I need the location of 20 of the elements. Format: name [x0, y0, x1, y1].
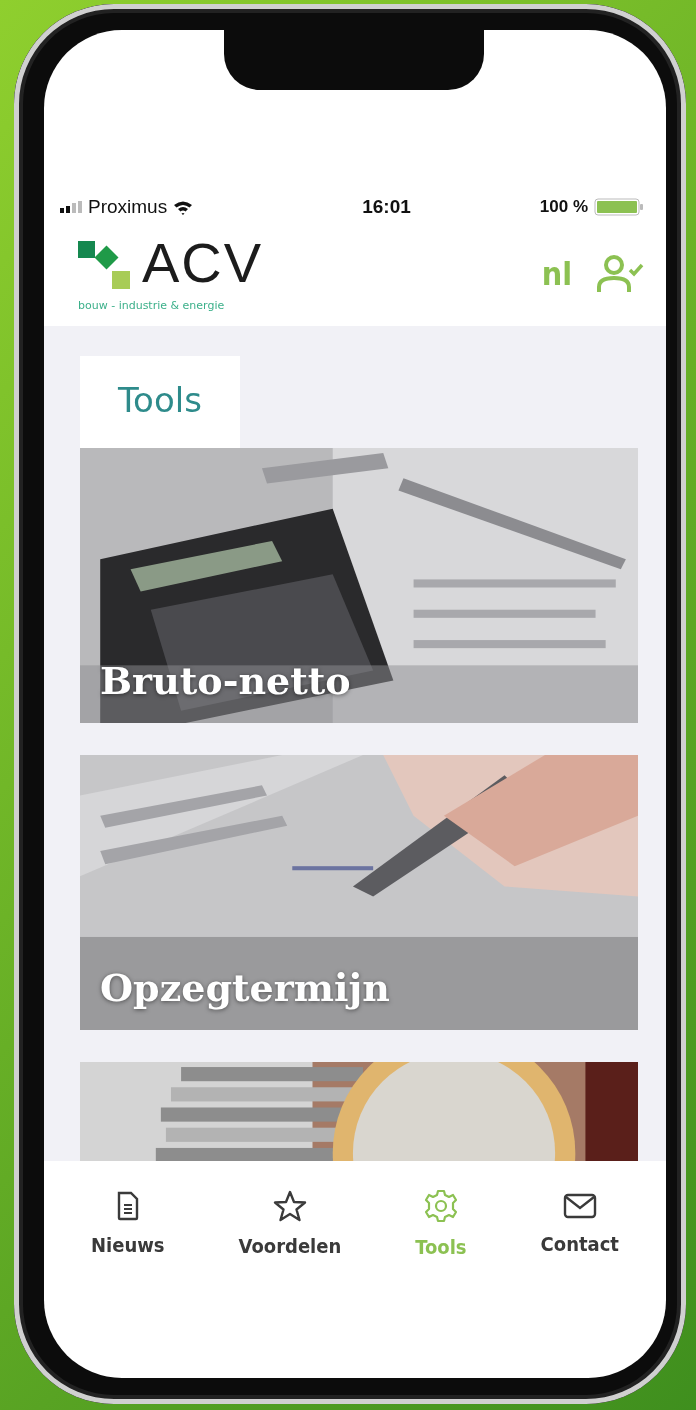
star-icon [272, 1189, 307, 1222]
carrier-name: Proximus [88, 196, 168, 218]
nav-tab[interactable]: Nieuws [87, 1186, 169, 1261]
nav-tab[interactable]: Voordelen [234, 1185, 346, 1262]
battery-icon [594, 198, 644, 216]
wifi-icon [173, 199, 194, 215]
envelope-icon [562, 1191, 597, 1220]
user-check-icon[interactable] [596, 254, 644, 294]
battery-percent: 100 % [539, 197, 588, 217]
nav-tab[interactable]: Contact [536, 1187, 623, 1260]
signal-icon [60, 201, 82, 213]
card-title: Bruto-netto [100, 658, 351, 703]
card-title: Opzegtermijn [100, 965, 390, 1010]
logo-tagline: bouw - industrie & energie [78, 298, 226, 312]
logo-squares-icon [78, 240, 130, 289]
document-icon [115, 1190, 140, 1221]
logo-wordmark: ACV [142, 236, 264, 289]
settings-icon [423, 1188, 458, 1223]
section-tab[interactable]: Tools [80, 356, 240, 448]
status-time: 16:01 [362, 196, 411, 218]
